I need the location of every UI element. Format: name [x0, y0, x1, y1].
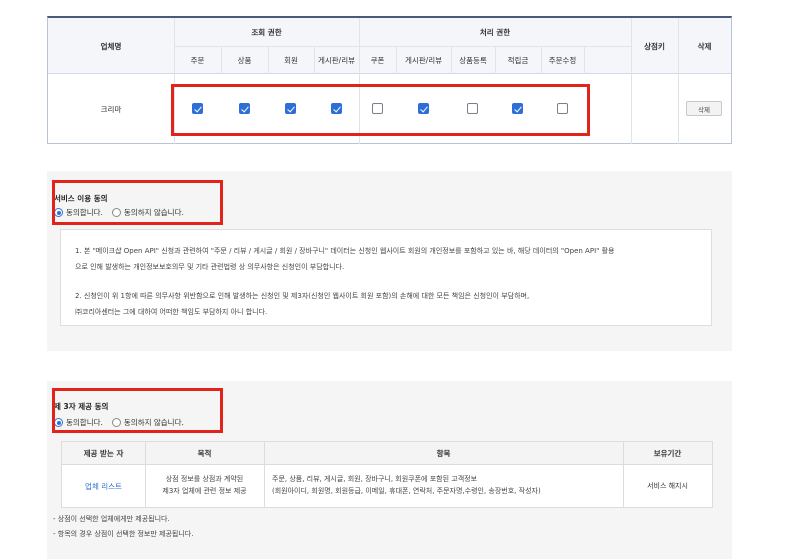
header-process-permission: 처리 권한 [479, 27, 511, 37]
service-consent-panel: 서비스 이용 동의 동의합니다. 동의하지 않습니다. 1. 본 "메이크샵 O… [47, 171, 732, 351]
delete-button[interactable]: 삭제 [686, 101, 722, 116]
tp-items-line-2: (회원아이디, 회원명, 회원등급, 이메일, 휴대폰, 연락처, 주문자명,수… [272, 487, 541, 495]
notice-line-1: 1. 본 "메이크샵 Open API" 신청과 관련하여 "주문 / 리뷰 /… [75, 247, 615, 255]
col-process-product-register: 상품등록 [459, 55, 487, 65]
tp-header-recipient: 제공 받는 자 [83, 449, 124, 458]
row-sync-key [631, 74, 678, 144]
tp-header-retention: 보유기간 [653, 449, 682, 458]
permission-table: 업체명 조회 권한 처리 권한 상점키 삭제 주문 상품 회원 게시판/리뷰 쿠… [47, 16, 732, 144]
note-line-2: - 항목의 경우 상점이 선택한 정보만 제공됩니다. [53, 530, 194, 538]
highlight-box-service-consent [52, 180, 223, 225]
header-sync-key: 상점키 [644, 41, 665, 51]
note-line-1: - 상점이 선택한 업체에게만 제공됩니다. [53, 515, 170, 523]
col-view-board-review: 게시판/리뷰 [317, 55, 356, 65]
notice-line-3: 2. 신청인이 위 1항에 따른 의무사항 위반함으로 인해 발생하는 신청인 … [75, 292, 530, 300]
tp-header-purpose: 목적 [197, 449, 212, 458]
col-process-order-edit: 주문수정 [548, 55, 577, 65]
third-party-table: 제공 받는 자 목적 항목 보유기간 업체 리스트 상점 정보를 상점과 계약된… [61, 441, 713, 508]
tp-header-items: 항목 [436, 449, 451, 458]
header-view-permission: 조회 권한 [251, 27, 282, 37]
highlight-box-permissions [171, 84, 590, 136]
tp-items-line-1: 주문, 상품, 리뷰, 게시글, 회원, 장바구니, 회원쿠폰에 포함된 고객정… [272, 475, 478, 483]
notice-line-2: 으로 인해 발생하는 개인정보보호의무 및 기타 관련법령 상 의무사항은 신청… [75, 263, 345, 271]
notice-line-4: ㈜코리아센터는 그에 대하여 어떠한 책임도 부담하지 아니 합니다. [75, 308, 268, 316]
tp-items-cell: 주문, 상품, 리뷰, 게시글, 회원, 장바구니, 회원쿠폰에 포함된 고객정… [272, 473, 622, 497]
tp-purpose-line-2: 제3자 업체에 관련 정보 제공 [162, 487, 247, 495]
company-list-link[interactable]: 업체 리스트 [62, 465, 145, 507]
col-process-board-review: 게시판/리뷰 [404, 55, 443, 65]
row-company-name: 크리마 [100, 104, 122, 114]
service-notice-box: 1. 본 "메이크샵 Open API" 신청과 관련하여 "주문 / 리뷰 /… [60, 229, 712, 326]
tp-purpose-cell: 상점 정보를 상점과 계약된 제3자 업체에 관련 정보 제공 [145, 473, 264, 497]
tp-purpose-line-1: 상점 정보를 상점과 계약된 [165, 475, 244, 483]
col-view-order: 주문 [190, 55, 205, 65]
header-delete: 삭제 [697, 41, 712, 51]
header-company-name: 업체명 [100, 41, 122, 51]
tp-retention-cell: 서비스 해지시 [647, 482, 688, 490]
col-process-coupon: 쿠폰 [370, 55, 385, 65]
col-view-product: 상품 [237, 55, 252, 65]
col-process-points: 적립금 [507, 55, 529, 65]
col-view-member: 회원 [284, 55, 298, 65]
highlight-box-third-party-consent [52, 388, 223, 433]
